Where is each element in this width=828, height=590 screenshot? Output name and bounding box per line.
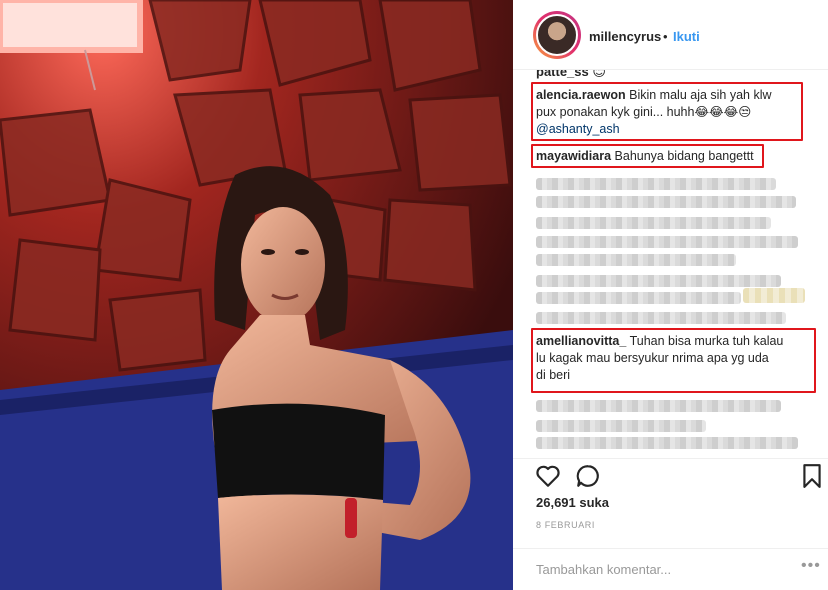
- post-header: millencyrus • Ikuti: [513, 0, 828, 70]
- post-username[interactable]: millencyrus: [589, 29, 661, 44]
- blurred-emoji: [743, 288, 805, 303]
- header-separator: •: [663, 29, 668, 44]
- comment-text: lu kagak mau bersyukur nrima apa yg uda: [536, 351, 769, 365]
- like-count[interactable]: 26,691 suka: [536, 495, 609, 510]
- blurred-comment: [536, 400, 781, 412]
- comment-text: di beri: [536, 368, 571, 382]
- blurred-comment: [536, 196, 796, 208]
- blurred-comment: [536, 178, 776, 190]
- comment-author[interactable]: amellianovitta_: [536, 334, 626, 348]
- post-date: 8 FEBRUARI: [536, 520, 596, 530]
- more-options-icon[interactable]: •••: [801, 557, 821, 575]
- comment-text: Tuhan bisa murka tuh kalau: [629, 334, 784, 348]
- comment-item: mayawidiara Bahunya bidang bangettt: [536, 148, 754, 165]
- comment-author[interactable]: alencia.raewon: [536, 88, 626, 102]
- comment-partial: patte_ss 😊: [536, 70, 606, 79]
- blurred-comment: [536, 420, 706, 432]
- comment-item: amellianovitta_ Tuhan bisa murka tuh kal…: [536, 333, 783, 384]
- blurred-comment: [536, 236, 798, 248]
- comment-text: pux ponakan kyk gini... huhh😂😂😂😒: [536, 105, 752, 119]
- comment-list[interactable]: patte_ss 😊 alencia.raewon Bikin malu aja…: [513, 70, 828, 458]
- comment-composer: •••: [513, 548, 828, 590]
- blurred-comment: [536, 437, 798, 449]
- comment-input[interactable]: [536, 559, 786, 579]
- post-sidebar: millencyrus • Ikuti patte_ss 😊 alencia.r…: [513, 0, 828, 590]
- photo-illustration: [0, 0, 513, 590]
- comment-mention[interactable]: @ashanty_ash: [536, 122, 620, 136]
- comment-icon[interactable]: [575, 463, 601, 489]
- heart-icon[interactable]: [535, 463, 561, 489]
- blurred-comment: [536, 292, 741, 304]
- avatar-image: [536, 14, 578, 56]
- avatar[interactable]: [533, 11, 581, 59]
- follow-button[interactable]: Ikuti: [673, 29, 700, 44]
- blurred-comment: [536, 217, 771, 229]
- comment-text: Bahunya bidang bangettt: [614, 149, 754, 163]
- blurred-comment: [536, 254, 736, 266]
- blurred-comment: [536, 275, 781, 287]
- post-actions: 26,691 suka 8 FEBRUARI: [513, 458, 828, 538]
- bookmark-icon[interactable]: [799, 463, 825, 489]
- comment-author[interactable]: mayawidiara: [536, 149, 611, 163]
- comment-text: Bikin malu aja sih yah klw: [629, 88, 772, 102]
- comment-item: alencia.raewon Bikin malu aja sih yah kl…: [536, 87, 772, 138]
- post-photo: [0, 0, 513, 590]
- blurred-comment: [536, 312, 786, 324]
